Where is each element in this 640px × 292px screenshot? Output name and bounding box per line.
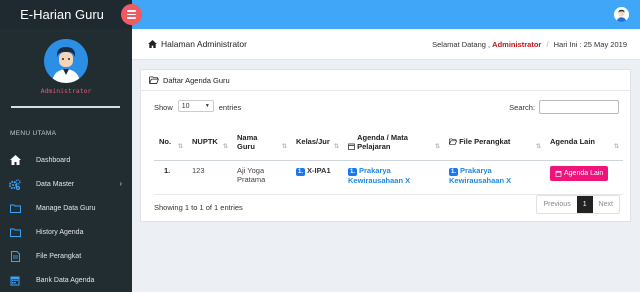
agenda-card: Daftar Agenda Guru Show 10 ▼ entries Sea… [140,69,631,222]
user-name: Administrator [40,87,92,95]
chevron-down-icon: ▼ [204,103,210,109]
column-header-no[interactable]: No. ⇅ [154,124,187,161]
search-label: Search: [509,102,535,112]
home-icon [9,154,21,166]
pagination-previous[interactable]: Previous [537,196,576,213]
pagination: Previous 1 Next [536,195,620,214]
chevron-right-icon: › [119,179,122,188]
file-link[interactable]: Prakarya Kewirausahaan X [449,166,511,185]
cell-agenda-lain: Agenda Lain [545,160,623,195]
file-badge: 1. [449,167,459,176]
folder-open-icon [449,138,458,145]
sidebar-item-data-master[interactable]: Data Master › [0,172,132,196]
table-row: 1. 123 Aji Yoga Pratama 1. X-IPA1 1. Praka… [154,160,623,195]
page-title-text: Halaman Administrator [161,39,247,49]
sidebar-item-bank-data-agenda[interactable]: Bank Data Agenda [0,268,132,292]
card-header: Daftar Agenda Guru [141,70,630,91]
cell-kelas: 1. X-IPA1 [291,160,343,195]
search-input[interactable] [539,100,619,114]
table-info: Showing 1 to 1 of 1 entries [154,203,243,212]
today-date: Hari Ini : 25 May 2019 [553,40,627,49]
pagination-next[interactable]: Next [593,196,619,213]
page-title: Halaman Administrator [148,39,247,49]
table-header-row: No. ⇅ NUPTK ⇅ Nama Guru ⇅ Kelas/Jur ⇅ Agenda… [154,124,623,161]
cogs-icon [9,178,21,190]
table-controls: Show 10 ▼ entries Search: [154,100,619,116]
sidebar-item-dashboard[interactable]: Dashboard [0,148,132,172]
cell-agenda: 1. Prakarya Kewirausahaan X [343,160,444,195]
sidebar-item-label: File Perangkat [36,252,82,260]
sort-icon: ⇅ [613,143,619,150]
sidebar-item-label: Manage Data Guru [36,204,96,212]
welcome-text: Selamat Datang , [432,40,491,49]
cell-nama: Aji Yoga Pratama [232,160,291,195]
column-header-agenda-lain[interactable]: Agenda Lain ⇅ [545,124,623,161]
agenda-table: No. ⇅ NUPTK ⇅ Nama Guru ⇅ Kelas/Jur ⇅ Agenda… [154,124,623,195]
sidebar-item-file-perangkat[interactable]: File Perangkat [0,244,132,268]
topbar [121,0,640,29]
welcome-user: Administrator [492,40,542,49]
agenda-link[interactable]: Prakarya Kewirausahaan X [348,166,410,185]
sidebar-item-label: Data Master [36,180,75,188]
agenda-lain-button[interactable]: Agenda Lain [550,165,609,181]
sort-icon: ⇅ [434,143,440,150]
cell-file: 1. Prakarya Kewirausahaan X [444,160,545,195]
entries-select[interactable]: 10 ▼ [177,100,214,112]
entries-control: Show 10 ▼ entries [154,100,242,112]
entries-label: entries [218,103,242,112]
user-menu-avatar[interactable] [614,7,629,22]
folder-icon [9,202,21,214]
user-avatar-icon [44,39,88,83]
page-header: Halaman Administrator Selamat Datang , A… [132,29,640,60]
sidebar-item-label: History Agenda [36,228,84,236]
sort-icon: ⇅ [281,143,287,150]
menu-header: MENU UTAMA [10,130,57,137]
home-icon [148,40,157,48]
calendar-icon [348,143,355,150]
cell-no: 1. [154,160,187,195]
kelas-badge: 1. [296,167,306,176]
sort-icon: ⇅ [222,143,228,150]
hamburger-icon [127,10,136,12]
user-avatar-icon [614,7,629,22]
sort-icon: ⇅ [177,143,183,150]
show-label: Show [154,103,173,112]
breadcrumb-separator: / [546,40,549,49]
agenda-badge: 1. [348,167,358,176]
column-header-nama-guru[interactable]: Nama Guru ⇅ [232,124,291,161]
folder-open-icon [149,76,159,84]
column-header-kelas[interactable]: Kelas/Jur ⇅ [291,124,343,161]
search-control: Search: [509,100,619,114]
brand-title[interactable]: E-Harian Guru [0,0,132,29]
column-header-agenda[interactable]: Agenda / Mata Pelajaran ⇅ [343,124,444,161]
sidebar-item-label: Bank Data Agenda [36,276,95,284]
sidebar-item-manage-data-guru[interactable]: Manage Data Guru [0,196,132,220]
cell-nuptk: 123 [187,160,232,195]
sort-icon: ⇅ [333,143,339,150]
sidebar-item-history-agenda[interactable]: History Agenda [0,220,132,244]
sidebar-divider [11,106,120,108]
sidebar-menu: Dashboard Data Master › Manage Data Guru… [0,148,132,292]
calendar-icon [555,170,562,177]
user-panel: Administrator [0,29,132,115]
pagination-page[interactable]: 1 [576,196,593,213]
folder-icon [9,226,21,238]
calendar-icon [9,274,21,286]
breadcrumb: Selamat Datang , Administrator / Hari In… [432,40,627,49]
sidebar: E-Harian Guru Administrator MENU UTAMA D… [0,0,132,292]
column-header-nuptk[interactable]: NUPTK ⇅ [187,124,232,161]
entries-value: 10 [181,102,190,110]
sidebar-item-label: Dashboard [36,156,71,164]
avatar [44,39,88,83]
file-icon [9,250,21,262]
menu-toggle-button[interactable] [121,4,142,25]
card-title: Daftar Agenda Guru [163,75,230,85]
column-header-file-perangkat[interactable]: File Perangkat ⇅ [444,124,545,161]
sort-icon: ⇅ [535,143,541,150]
